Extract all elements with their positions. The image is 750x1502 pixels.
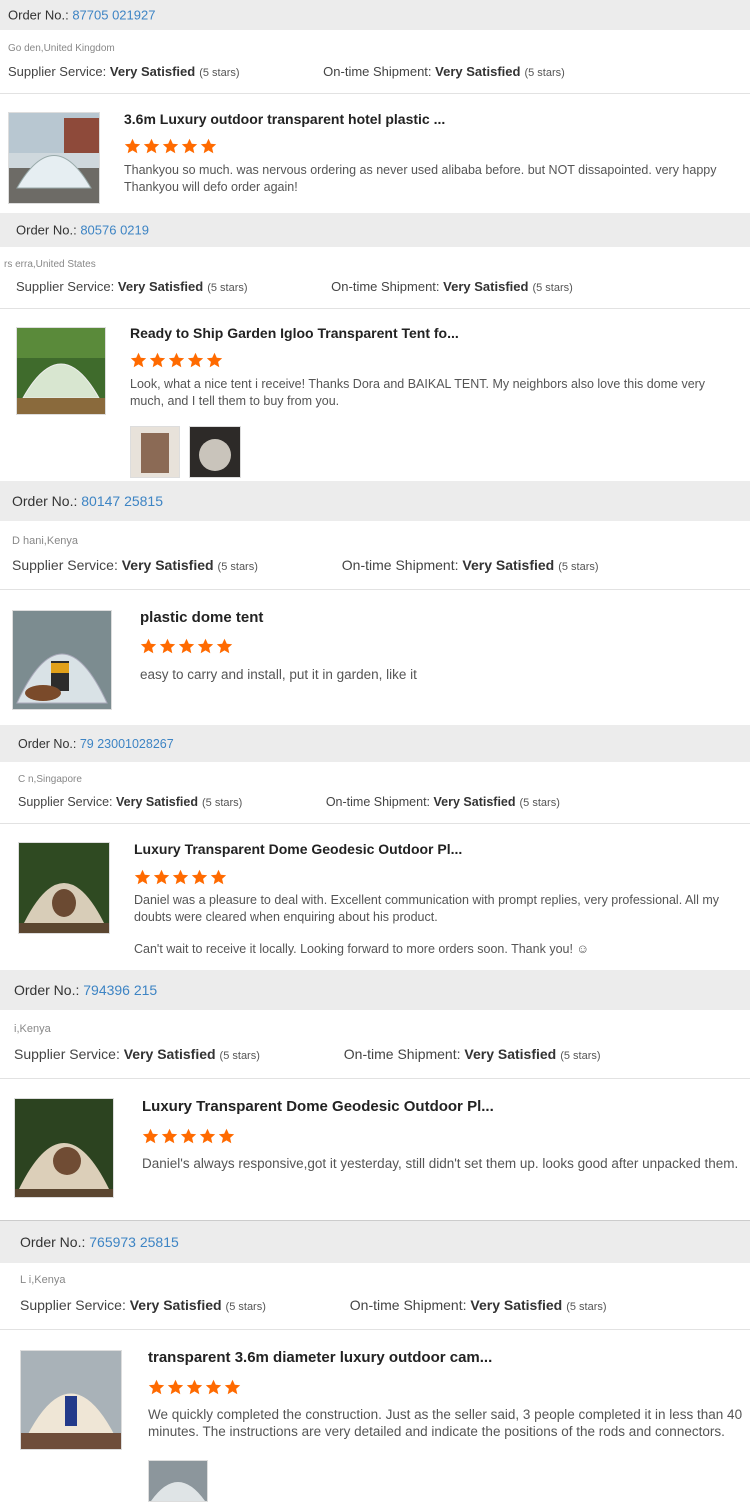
order-label: Order No.: — [14, 982, 80, 998]
buyer-location: i,Kenya — [14, 1023, 51, 1035]
star-icon — [149, 352, 166, 368]
product-thumbnail[interactable] — [14, 1098, 114, 1198]
divider — [0, 308, 750, 309]
star-icon — [187, 352, 204, 368]
rating-summary: Supplier Service: Very Satisfied (5 stars… — [20, 1297, 607, 1313]
product-thumbnail[interactable] — [18, 842, 110, 934]
review-text: Daniel's always responsive,got it yester… — [142, 1156, 739, 1171]
star-icon — [153, 869, 170, 885]
star-rating — [142, 1128, 235, 1145]
star-rating — [140, 638, 233, 655]
product-title[interactable]: transparent 3.6m diameter luxury outdoor… — [148, 1349, 492, 1366]
order-label: Order No.: — [16, 222, 77, 238]
rating-summary: Supplier Service: Very Satisfied (5 stars… — [12, 557, 599, 573]
order-number[interactable]: 80147 25815 — [81, 493, 163, 509]
order-bar: Order No.: 80147 25815 — [0, 481, 750, 521]
order-number[interactable]: 765973 25815 — [89, 1234, 179, 1250]
star-icon — [205, 1379, 222, 1395]
rating-summary: Supplier Service: Very Satisfied (5 stars… — [18, 795, 560, 809]
rating-summary: Supplier Service: Very Satisfied (5 stars… — [14, 1046, 601, 1062]
product-title[interactable]: plastic dome tent — [140, 609, 263, 626]
star-icon — [161, 1128, 178, 1144]
order-number[interactable]: 80576 0219 — [80, 223, 149, 238]
order-bar: Order No.: 765973 25815 — [0, 1220, 750, 1263]
order-bar: Order No.: 79 23001028267 — [0, 725, 750, 762]
star-icon — [178, 638, 195, 654]
product-title[interactable]: Luxury Transparent Dome Geodesic Outdoor… — [134, 841, 462, 857]
review-text-continued: Can't wait to receive it locally. Lookin… — [134, 942, 590, 956]
product-thumbnail[interactable] — [16, 327, 106, 415]
order-number[interactable]: 794396 215 — [83, 982, 157, 998]
review-photo[interactable] — [148, 1460, 208, 1502]
product-title[interactable]: Luxury Transparent Dome Geodesic Outdoor… — [142, 1098, 494, 1115]
divider — [0, 1329, 750, 1330]
star-icon — [200, 138, 217, 154]
star-icon — [216, 638, 233, 654]
star-icon — [142, 1128, 159, 1144]
star-rating — [148, 1379, 241, 1396]
star-rating — [124, 138, 217, 155]
star-icon — [172, 869, 189, 885]
order-bar: Order No.: 87705 021927 — [0, 0, 750, 30]
star-icon — [159, 638, 176, 654]
buyer-location: Go den,United Kingdom — [8, 43, 115, 54]
review-text: Daniel was a pleasure to deal with. Exce… — [134, 893, 719, 924]
order-label: Order No.: — [18, 736, 77, 751]
divider — [0, 93, 750, 94]
divider — [0, 589, 750, 590]
star-icon — [186, 1379, 203, 1395]
star-icon — [180, 1128, 197, 1144]
order-bar: Order No.: 794396 215 — [0, 970, 750, 1010]
product-thumbnail[interactable] — [12, 610, 112, 710]
buyer-location: D hani,Kenya — [12, 535, 79, 547]
star-icon — [140, 638, 157, 654]
star-icon — [191, 869, 208, 885]
star-icon — [130, 352, 147, 368]
star-rating — [130, 352, 223, 369]
review-text: We quickly completed the construction. J… — [148, 1407, 743, 1439]
product-thumbnail[interactable] — [8, 112, 100, 204]
review-photo[interactable] — [189, 426, 241, 478]
review-text: easy to carry and install, put it in gar… — [140, 667, 417, 682]
buyer-location: C n,Singapore — [18, 774, 82, 785]
buyer-location: rs erra,United States — [4, 259, 96, 270]
star-icon — [124, 138, 141, 154]
divider — [0, 823, 750, 824]
star-icon — [134, 869, 151, 885]
product-title[interactable]: Ready to Ship Garden Igloo Transparent T… — [130, 325, 459, 341]
review-text: Look, what a nice tent i receive! Thanks… — [130, 377, 706, 408]
star-icon — [162, 138, 179, 154]
divider — [0, 1078, 750, 1079]
star-icon — [143, 138, 160, 154]
star-rating — [134, 869, 227, 886]
star-icon — [224, 1379, 241, 1395]
order-label: Order No.: — [20, 1234, 86, 1250]
star-icon — [168, 352, 185, 368]
star-icon — [148, 1379, 165, 1395]
review-text: Thankyou so much. was nervous ordering a… — [124, 163, 717, 194]
review-photo[interactable] — [130, 426, 180, 478]
star-icon — [218, 1128, 235, 1144]
star-icon — [167, 1379, 184, 1395]
star-icon — [199, 1128, 216, 1144]
order-number[interactable]: 87705 021927 — [72, 8, 155, 23]
star-icon — [181, 138, 198, 154]
star-icon — [206, 352, 223, 368]
product-title[interactable]: 3.6m Luxury outdoor transparent hotel pl… — [124, 111, 445, 127]
star-icon — [210, 869, 227, 885]
order-bar: Order No.: 80576 0219 — [0, 213, 750, 247]
product-thumbnail[interactable] — [20, 1350, 122, 1450]
rating-summary: Supplier Service: Very Satisfied (5 stars… — [8, 64, 565, 79]
buyer-location: L i,Kenya — [20, 1274, 66, 1286]
rating-summary: Supplier Service: Very Satisfied (5 stars… — [16, 279, 573, 294]
star-icon — [197, 638, 214, 654]
order-label: Order No.: — [12, 493, 78, 509]
order-label: Order No.: — [8, 7, 69, 23]
order-number[interactable]: 79 23001028267 — [80, 737, 174, 751]
